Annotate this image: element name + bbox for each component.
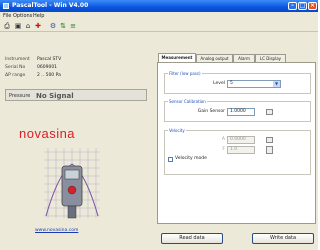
- plus-icon[interactable]: ✚: [34, 22, 42, 30]
- read-data-button[interactable]: Read data: [161, 233, 223, 244]
- gain-sensor-input[interactable]: 1.0000: [227, 108, 255, 116]
- instrument-row: Instrument Pascal STV: [5, 56, 145, 63]
- filter-group-title: Filter (low pass): [168, 71, 202, 76]
- sensor-group-title: Sensor Calibration: [168, 99, 207, 104]
- velocity-mode-checkbox[interactable]: [168, 157, 173, 162]
- app-icon: [3, 3, 9, 9]
- device-stand: [67, 205, 77, 219]
- instrument-value: Pascal STV: [37, 57, 62, 62]
- range-label: ΔP range: [5, 73, 26, 78]
- app-window: PascalTool - Win V4.00 – □ × File Option…: [0, 0, 318, 250]
- pressure-label: Pressure: [9, 93, 31, 99]
- tab-lc-display[interactable]: LC Display: [255, 54, 286, 62]
- f-input[interactable]: 1.0: [227, 146, 255, 154]
- home-icon[interactable]: ⌂: [24, 22, 32, 30]
- printer-icon[interactable]: ⎙: [3, 22, 11, 30]
- velocity-group: Velocity A 0.0000 F 1.0 Velocity mode: [164, 128, 311, 175]
- menu-file[interactable]: File: [3, 13, 11, 19]
- f-stepper[interactable]: [266, 146, 273, 154]
- window-title: PascalTool - Win V4.00: [12, 2, 89, 9]
- serial-value: 0609001: [37, 65, 58, 70]
- device-illustration: [44, 148, 100, 219]
- serial-label: Serial No: [5, 65, 26, 70]
- menu-options[interactable]: Options: [13, 13, 32, 19]
- measurement-tab-body: Filter (low pass) Level 5 ▼ Sensor Calib…: [157, 62, 316, 224]
- menu-bar: File Options Help: [0, 12, 318, 20]
- a-button[interactable]: [266, 137, 273, 143]
- level-select[interactable]: 5 ▼: [227, 80, 281, 88]
- tab-alarm[interactable]: Alarm: [233, 54, 255, 62]
- filter-group: Filter (low pass) Level 5 ▼: [164, 71, 311, 94]
- list-icon[interactable]: ≡: [69, 22, 77, 30]
- close-button[interactable]: ×: [308, 2, 317, 10]
- velocity-group-title: Velocity: [168, 128, 186, 133]
- a-input[interactable]: 0.0000: [227, 136, 255, 144]
- novasina-logo: novasina: [19, 126, 76, 141]
- settings-panel: Measurement Analog output Alarm LC Displ…: [157, 53, 317, 250]
- instrument-panel: Instrument Pascal STV Serial No 0609001 …: [5, 52, 151, 242]
- tab-measurement[interactable]: Measurement: [158, 53, 196, 62]
- device-display: [64, 169, 80, 180]
- tools-icon[interactable]: ⚙: [49, 22, 57, 30]
- arrows-icon[interactable]: ⇅: [59, 22, 67, 30]
- write-data-button[interactable]: Write data: [252, 233, 314, 244]
- sensor-calibration-group: Sensor Calibration Gain Sensor 1.0000: [164, 99, 311, 122]
- pressure-status: Pressure No Signal: [5, 89, 147, 101]
- range-row: ΔP range 2 .. 500 Pa: [5, 72, 145, 79]
- level-label: Level: [213, 81, 225, 86]
- chevron-down-icon[interactable]: ▼: [273, 81, 280, 87]
- toolbar: ⎙ ▣ ⌂ ✚ ⚙ ⇅ ≡: [0, 20, 318, 32]
- pressure-value: No Signal: [36, 92, 74, 100]
- instrument-label: Instrument: [5, 57, 30, 62]
- gain-sensor-button[interactable]: [266, 109, 273, 115]
- f-label: F: [222, 147, 225, 152]
- menu-help[interactable]: Help: [33, 13, 44, 19]
- tab-bar: Measurement Analog output Alarm LC Displ…: [157, 53, 317, 62]
- website-link[interactable]: www.novasina.com: [35, 228, 78, 233]
- instrument-icon[interactable]: ▣: [14, 22, 22, 30]
- a-label: A: [221, 137, 225, 142]
- velocity-mode-label: Velocity mode: [175, 156, 207, 161]
- serial-row: Serial No 0609001: [5, 64, 145, 71]
- range-value: 2 .. 500 Pa: [37, 73, 61, 78]
- level-value: 5: [230, 81, 233, 86]
- minimize-button[interactable]: –: [288, 2, 297, 10]
- title-bar: PascalTool - Win V4.00 – □ ×: [0, 0, 318, 12]
- device-knob: [67, 185, 77, 195]
- maximize-button[interactable]: □: [298, 2, 307, 10]
- tab-analog-output[interactable]: Analog output: [196, 54, 233, 62]
- gain-sensor-label: Gain Sensor: [197, 109, 225, 114]
